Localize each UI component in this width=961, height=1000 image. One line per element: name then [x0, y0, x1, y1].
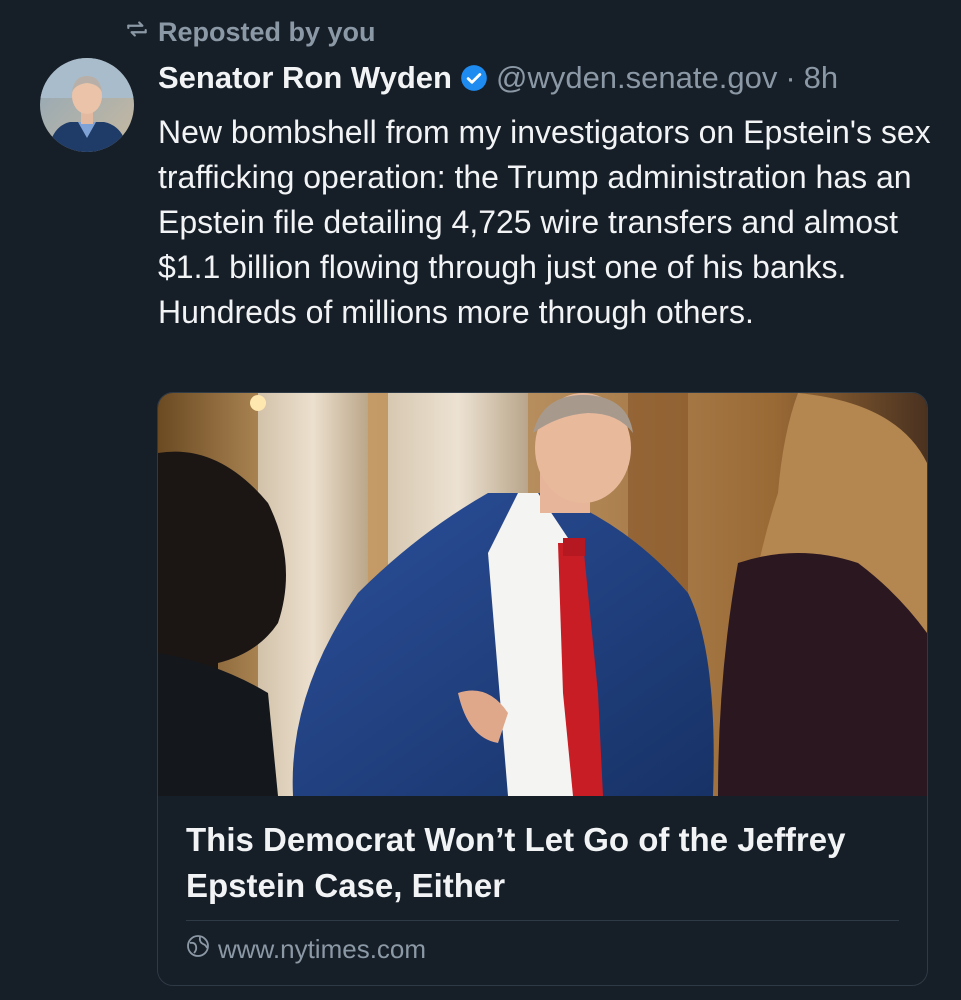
repost-indicator: Reposted by you — [124, 16, 376, 49]
author-name[interactable]: Senator Ron Wyden — [158, 60, 452, 96]
post-text: New bombshell from my investigators on E… — [158, 114, 931, 330]
author-handle[interactable]: @wyden.senate.gov — [496, 60, 777, 96]
link-card-domain-text: www.nytimes.com — [218, 934, 427, 964]
link-card-title[interactable]: This Democrat Won’t Let Go of the Jeffre… — [186, 817, 906, 909]
link-card-image — [158, 393, 927, 796]
globe-icon — [186, 934, 210, 965]
link-card-divider — [186, 920, 899, 921]
repost-label: Reposted by you — [158, 17, 376, 47]
link-card-domain: www.nytimes.com — [186, 934, 426, 965]
verified-badge-icon — [460, 64, 488, 92]
avatar[interactable] — [40, 58, 134, 152]
repost-icon — [124, 16, 150, 49]
post[interactable]: Senator Ron Wyden @wyden.senate.gov · 8h… — [158, 56, 938, 335]
link-card[interactable]: This Democrat Won’t Let Go of the Jeffre… — [157, 392, 928, 986]
separator-dot: · — [785, 60, 796, 95]
post-time[interactable]: 8h — [804, 60, 838, 96]
post-header: Senator Ron Wyden @wyden.senate.gov · 8h — [158, 56, 938, 100]
